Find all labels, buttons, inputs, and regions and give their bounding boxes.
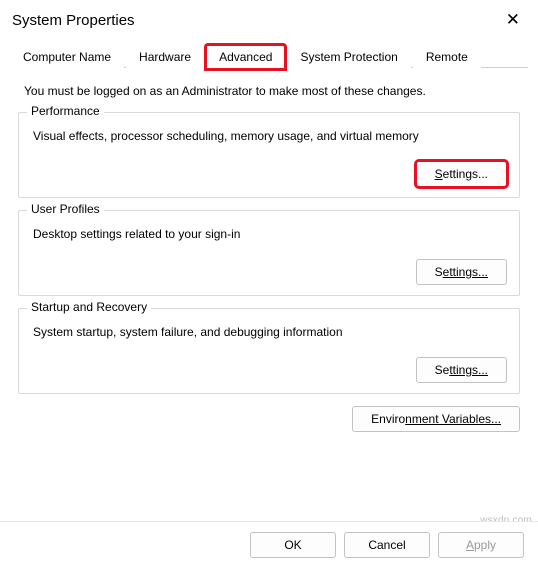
environment-variables-button[interactable]: Environment Variables... — [352, 406, 520, 432]
cancel-button[interactable]: Cancel — [344, 532, 430, 558]
tab-content: You must be logged on as an Administrato… — [0, 68, 538, 438]
apply-button[interactable]: Apply — [438, 532, 524, 558]
tab-system-protection[interactable]: System Protection — [287, 45, 410, 68]
user-profiles-settings-button[interactable]: Settings... — [416, 259, 507, 285]
tab-advanced[interactable]: Advanced — [206, 45, 285, 69]
group-performance-legend: Performance — [27, 104, 104, 118]
tab-hardware[interactable]: Hardware — [126, 45, 204, 68]
startup-recovery-settings-button[interactable]: Settings... — [416, 357, 507, 383]
close-icon[interactable]: ✕ — [500, 8, 526, 32]
performance-settings-button[interactable]: Settings... — [416, 161, 507, 187]
tab-remote[interactable]: Remote — [413, 45, 481, 68]
window-title: System Properties — [12, 12, 135, 29]
group-user-profiles-desc: Desktop settings related to your sign-in — [33, 227, 507, 241]
group-startup-recovery-legend: Startup and Recovery — [27, 300, 151, 314]
admin-notice: You must be logged on as an Administrato… — [24, 84, 520, 98]
group-performance-desc: Visual effects, processor scheduling, me… — [33, 129, 507, 143]
group-startup-recovery-desc: System startup, system failure, and debu… — [33, 325, 507, 339]
group-user-profiles: User Profiles Desktop settings related t… — [18, 210, 520, 296]
tab-computer-name[interactable]: Computer Name — [10, 45, 124, 68]
group-user-profiles-legend: User Profiles — [27, 202, 104, 216]
group-startup-recovery: Startup and Recovery System startup, sys… — [18, 308, 520, 394]
dialog-footer: OK Cancel Apply — [0, 521, 538, 568]
group-performance: Performance Visual effects, processor sc… — [18, 112, 520, 198]
ok-button[interactable]: OK — [250, 532, 336, 558]
tab-strip: Computer Name Hardware Advanced System P… — [0, 44, 538, 68]
